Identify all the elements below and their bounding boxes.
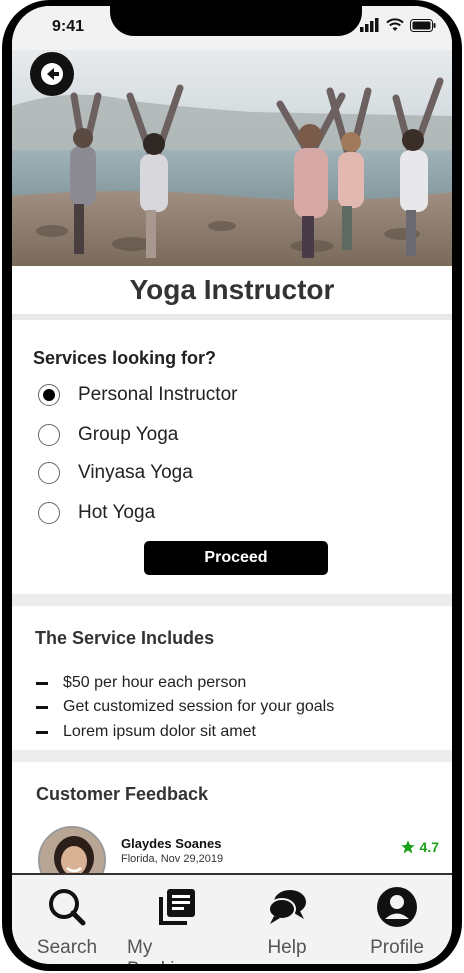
bookings-icon — [159, 889, 195, 925]
feedback-heading: Customer Feedback — [36, 784, 209, 804]
service-option-label: Group Yoga — [78, 424, 179, 445]
list-item: Get customized session for your goals — [36, 698, 334, 716]
reviewer-name: Glaydes Soanes — [121, 836, 222, 851]
services-section: Services looking for? Personal Instructo… — [12, 328, 452, 594]
service-option-label: Hot Yoga — [78, 502, 156, 523]
service-option-vinyasa-yoga[interactable]: Vinyasa Yoga — [38, 462, 193, 484]
include-item-text: Lorem ipsum dolor sit amet — [63, 723, 256, 740]
tab-my-bookings[interactable]: My Bookings — [127, 875, 227, 964]
section-divider — [12, 750, 452, 762]
review-rating: 4.7 — [400, 839, 439, 855]
tab-search[interactable]: Search — [17, 875, 117, 959]
bullet-dash — [36, 681, 48, 685]
app-screen: 9:41 Yoga Instructor Services looking fo… — [12, 6, 452, 964]
include-item-text: Get customized session for your goals — [63, 698, 335, 715]
bullet-dash — [36, 730, 48, 734]
services-heading: Services looking for? — [33, 348, 217, 368]
service-option-label: Vinyasa Yoga — [78, 462, 193, 483]
star-icon — [400, 840, 415, 854]
service-option-hot-yoga[interactable]: Hot Yoga — [38, 502, 155, 524]
back-button[interactable] — [30, 52, 74, 96]
battery-icon — [410, 18, 436, 32]
status-icons — [360, 18, 436, 32]
service-option-personal-instructor[interactable]: Personal Instructor — [38, 384, 237, 406]
rating-value: 4.7 — [419, 839, 439, 855]
tab-label: Search — [36, 937, 98, 958]
service-includes-section: The Service Includes $50 per hour each p… — [12, 606, 452, 750]
section-divider — [12, 594, 452, 606]
tab-profile[interactable]: Profile — [347, 875, 447, 959]
bottom-tab-bar: Search My Bookings — [12, 873, 452, 964]
page-header: Yoga Instructor — [12, 266, 452, 320]
service-option-label: Personal Instructor — [78, 384, 238, 405]
list-item: $50 per hour each person — [36, 674, 246, 692]
profile-icon — [377, 887, 417, 927]
tab-label: Profile — [370, 937, 424, 958]
include-item-text: $50 per hour each person — [63, 674, 247, 691]
search-icon — [49, 889, 86, 926]
includes-heading: The Service Includes — [35, 628, 215, 648]
device-notch — [110, 6, 362, 36]
reviewer-location-date: Florida, Nov 29,2019 — [121, 853, 224, 865]
tab-help[interactable]: Help — [237, 875, 337, 959]
wifi-icon — [386, 18, 404, 31]
list-item: Lorem ipsum dolor sit amet — [36, 723, 256, 741]
chat-bubbles-icon — [268, 890, 306, 924]
radio-selected[interactable] — [38, 384, 60, 406]
hero-image — [12, 46, 452, 266]
radio-unselected[interactable] — [38, 502, 60, 524]
arrow-left-icon — [41, 63, 63, 85]
signal-icon — [360, 18, 379, 32]
page-title: Yoga Instructor — [129, 274, 335, 305]
radio-unselected[interactable] — [38, 424, 60, 446]
radio-unselected[interactable] — [38, 462, 60, 484]
bullet-dash — [36, 705, 48, 709]
service-option-group-yoga[interactable]: Group Yoga — [38, 424, 178, 446]
tab-label: My Bookings — [127, 937, 205, 964]
phone-frame: 9:41 Yoga Instructor Services looking fo… — [2, 0, 462, 971]
proceed-button[interactable]: Proceed — [144, 541, 328, 575]
tab-label: Help — [267, 937, 307, 958]
status-time: 9:41 — [52, 18, 85, 35]
